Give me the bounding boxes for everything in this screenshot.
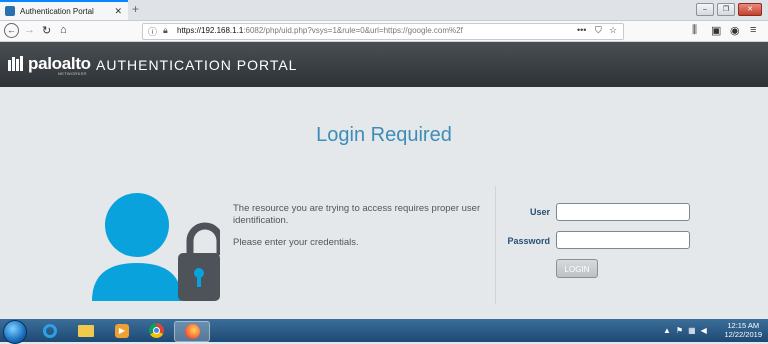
user-label: User bbox=[529, 207, 550, 217]
folder-icon bbox=[78, 324, 94, 337]
clock[interactable]: 12:15 AM 12/22/2019 bbox=[724, 321, 762, 339]
back-arrow-icon[interactable]: ← bbox=[4, 23, 19, 38]
login-button[interactable]: LOGIN bbox=[556, 259, 598, 278]
tab-title: Authentication Portal bbox=[20, 6, 94, 16]
url-text[interactable]: https://192.168.1.1:6082/php/uid.php?vsy… bbox=[177, 26, 463, 35]
internet-explorer-taskbar-button[interactable] bbox=[33, 321, 67, 340]
user-input[interactable] bbox=[556, 203, 690, 221]
vertical-divider bbox=[495, 186, 496, 304]
reload-icon[interactable]: ↻ bbox=[42, 24, 51, 37]
new-tab-button[interactable]: + bbox=[132, 2, 139, 16]
media-player-taskbar-button[interactable]: ▶ bbox=[105, 321, 139, 340]
browser-tab[interactable]: Authentication Portal ✕ bbox=[0, 0, 128, 20]
minimize-button[interactable]: – bbox=[696, 3, 714, 16]
window-close-button[interactable]: ✕ bbox=[738, 3, 762, 16]
page-title: Login Required bbox=[316, 124, 452, 146]
tab-close-icon[interactable]: ✕ bbox=[114, 6, 122, 17]
lock-icon[interactable]: 🔒︎ bbox=[163, 25, 168, 36]
logo-subtext: NETWORKS® bbox=[58, 71, 87, 76]
pocket-icon[interactable]: ⛉ bbox=[595, 25, 602, 36]
home-icon[interactable]: ⌂ bbox=[60, 24, 67, 36]
clock-date: 12/22/2019 bbox=[724, 330, 762, 339]
network-icon[interactable]: ▦ bbox=[688, 326, 696, 335]
address-bar[interactable]: ⓘ 🔒︎ https://192.168.1.1:6082/php/uid.ph… bbox=[142, 23, 624, 40]
info-icon[interactable]: ⓘ bbox=[148, 25, 157, 38]
maximize-button[interactable]: ❐ bbox=[717, 3, 735, 16]
browser-nav-bar: ← → ↻ ⌂ ⓘ 🔒︎ https://192.168.1.1:6082/ph… bbox=[0, 21, 768, 42]
access-message: The resource you are trying to access re… bbox=[233, 203, 481, 226]
password-label: Password bbox=[507, 236, 550, 246]
volume-icon[interactable]: ◀ bbox=[701, 326, 707, 335]
page-actions-icon[interactable]: ••• bbox=[577, 25, 586, 35]
chrome-taskbar-button[interactable] bbox=[139, 321, 173, 340]
paloalto-logo-icon bbox=[8, 56, 23, 71]
user-lock-icon bbox=[92, 193, 220, 301]
media-player-icon: ▶ bbox=[115, 323, 129, 338]
taskbar: ▶ ▲ ⚑ ▦ ◀ 12:15 AM 12/22/2019 bbox=[0, 319, 768, 344]
file-explorer-taskbar-button[interactable] bbox=[69, 321, 103, 340]
chrome-icon bbox=[148, 323, 164, 338]
forward-arrow-icon[interactable]: → bbox=[24, 24, 35, 36]
account-icon[interactable]: ◉ bbox=[730, 24, 740, 37]
menu-icon[interactable]: ≡ bbox=[750, 24, 756, 36]
sidebar-icon[interactable]: ▣ bbox=[711, 24, 721, 37]
portal-header: paloalto NETWORKS® AUTHENTICATION PORTAL bbox=[0, 42, 768, 87]
page-favicon-icon bbox=[5, 6, 15, 16]
bookmark-star-icon[interactable]: ☆ bbox=[609, 25, 617, 36]
internet-explorer-icon bbox=[43, 323, 57, 338]
action-center-flag-icon[interactable]: ⚑ bbox=[676, 326, 683, 335]
start-button[interactable] bbox=[3, 320, 27, 344]
firefox-icon bbox=[184, 324, 200, 339]
clock-time: 12:15 AM bbox=[727, 321, 760, 330]
show-hidden-icons-icon[interactable]: ▲ bbox=[663, 326, 671, 335]
window-controls: – ❐ ✕ bbox=[696, 3, 762, 16]
firefox-taskbar-button[interactable] bbox=[174, 321, 210, 342]
portal-title: AUTHENTICATION PORTAL bbox=[96, 57, 298, 73]
password-input[interactable] bbox=[556, 231, 690, 249]
library-icon[interactable]: ⫼ bbox=[692, 24, 697, 37]
credentials-message: Please enter your credentials. bbox=[233, 237, 359, 248]
browser-tab-bar: Authentication Portal ✕ + – ❐ ✕ bbox=[0, 0, 768, 21]
